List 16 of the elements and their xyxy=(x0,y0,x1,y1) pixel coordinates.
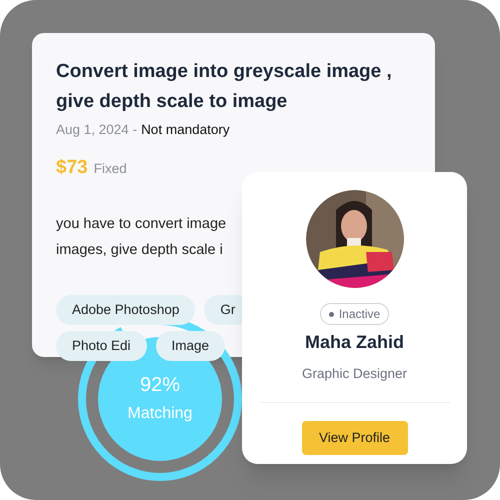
view-profile-button[interactable]: View Profile xyxy=(302,421,408,456)
skill-tag: Image xyxy=(156,330,226,361)
job-title: Convert image into greyscale image , give depth scale to image xyxy=(56,60,393,114)
post-date: Aug 1, 2024 - xyxy=(56,121,138,139)
skill-tag: Photo Edi xyxy=(56,330,147,361)
match-percent: 92% xyxy=(140,373,180,398)
profile-name: Maha Zahid xyxy=(304,331,404,354)
price: $73 xyxy=(56,156,88,180)
description-line: you have to convert image xyxy=(56,214,228,234)
match-label: Matching xyxy=(128,404,192,424)
description-line: images, give depth scale i xyxy=(56,240,224,260)
status-text: Inactive xyxy=(338,306,380,323)
price-type: Fixed xyxy=(94,160,127,178)
skill-tag: Adobe Photoshop xyxy=(56,294,196,325)
profile-role: Graphic Designer xyxy=(302,365,408,383)
requirement: Not mandatory xyxy=(141,121,230,139)
